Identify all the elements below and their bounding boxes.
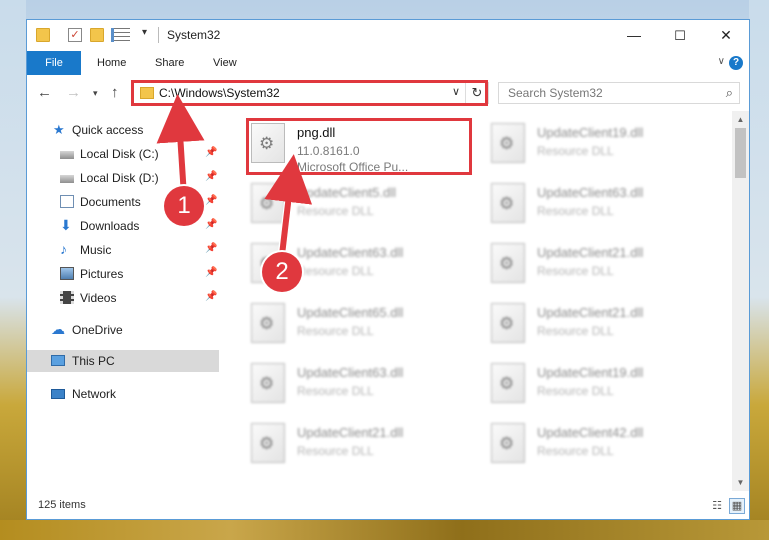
- step-2-badge: 2: [262, 252, 302, 292]
- step-1-badge: 1: [164, 186, 204, 226]
- arrow-1: [156, 94, 205, 197]
- arrow-2: [264, 154, 313, 256]
- annotation-arrows: [156, 94, 313, 256]
